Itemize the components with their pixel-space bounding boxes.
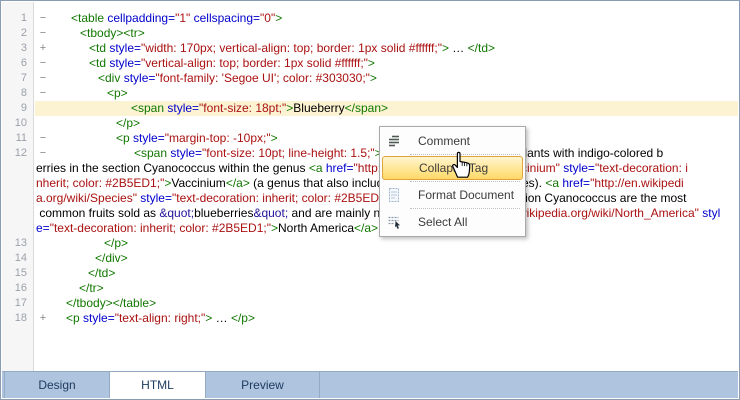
code-line-text: </p>	[104, 236, 128, 250]
code-line[interactable]: </tbody></table>	[35, 296, 738, 311]
menu-item-select-all[interactable]: Select All	[382, 210, 523, 234]
line-number: 6	[2, 56, 33, 71]
code-line[interactable]: + <p style="text-align: right;"> … </p>	[35, 311, 738, 326]
code-line-text: </div>	[95, 251, 128, 265]
select-all-icon	[386, 214, 402, 230]
fold-expand-marker[interactable]: +	[37, 311, 49, 326]
line-number-gutter: 1236789101112131415161718	[2, 2, 34, 371]
code-line[interactable]: − <tbody><tr>	[35, 26, 738, 41]
code-line-text: erries in the section Cyanococcus within…	[36, 161, 688, 175]
code-line-text: <div style="font-family: 'Segoe UI'; col…	[98, 71, 377, 85]
code-line-text: <td style="vertical-align: top; border: …	[89, 56, 375, 70]
line-number: 13	[2, 236, 33, 251]
menu-separator	[410, 181, 520, 182]
code-line-text: <td style="width: 170px; vertical-align:…	[89, 41, 495, 55]
line-number: 15	[2, 266, 33, 281]
menu-item-label: Format Document	[418, 188, 514, 202]
fold-collapse-marker[interactable]: −	[37, 71, 49, 86]
line-number: 7	[2, 71, 33, 86]
line-number	[2, 176, 33, 191]
code-line[interactable]: − <div style="font-family: 'Segoe UI'; co…	[35, 71, 738, 86]
code-line-text: <span style="font-size: 18pt;">Blueberry…	[131, 101, 388, 115]
line-number	[2, 161, 33, 176]
code-line-text: nherit; color: #2B5ED1;">Vaccinium</a> (…	[36, 176, 684, 190]
fold-expand-marker[interactable]: +	[37, 41, 49, 56]
line-number: 9	[2, 101, 33, 116]
tab-html[interactable]: HTML	[110, 372, 206, 398]
menu-item-label: Comment	[418, 134, 470, 148]
line-number	[2, 206, 33, 221]
code-line[interactable]: </p>	[35, 236, 738, 251]
tab-preview[interactable]: Preview	[206, 372, 320, 398]
line-number: 1	[2, 11, 33, 26]
code-line[interactable]: </td>	[35, 266, 738, 281]
fold-collapse-marker[interactable]: −	[37, 86, 49, 101]
tab-bar: Design HTML Preview	[2, 371, 738, 398]
fold-collapse-marker[interactable]: −	[37, 146, 49, 161]
line-number: 17	[2, 296, 33, 311]
code-line[interactable]: <span style="font-size: 18pt;">Blueberry…	[35, 101, 738, 116]
code-line-text: <p style="text-align: right;"> … </p>	[66, 311, 255, 325]
code-line-text: <p>	[107, 86, 128, 100]
line-number: 12	[2, 146, 33, 161]
line-number: 16	[2, 281, 33, 296]
code-line[interactable]: − <p>	[35, 86, 738, 101]
code-editor[interactable]: 1236789101112131415161718 −<table cellpa…	[2, 2, 738, 371]
code-line-text: </td>	[88, 266, 115, 280]
format-document-icon	[386, 187, 402, 203]
line-number: 11	[2, 131, 33, 146]
code-line[interactable]: − <td style="vertical-align: top; border:…	[35, 56, 738, 71]
fold-collapse-marker[interactable]: −	[37, 26, 49, 41]
line-number	[2, 191, 33, 206]
code-line[interactable]: </tr>	[35, 281, 738, 296]
code-line-text: a.org/wiki/Species" style="text-decorati…	[36, 191, 686, 205]
fold-collapse-marker[interactable]: −	[37, 56, 49, 71]
menu-separator	[410, 208, 520, 209]
code-line-text: <table cellpadding="1" cellspacing="0">	[71, 11, 282, 25]
line-number: 2	[2, 26, 33, 41]
code-line-text: </p>	[116, 116, 140, 130]
code-line-text: <p style="margin-top: -10px;">	[116, 131, 278, 145]
comment-icon	[386, 133, 402, 149]
menu-item-format-document[interactable]: Format Document	[382, 183, 523, 207]
line-number: 14	[2, 251, 33, 266]
code-line-text: <tbody><tr>	[80, 26, 145, 40]
code-line-text: </tbody></table>	[66, 296, 156, 310]
code-line[interactable]: + <td style="width: 170px; vertical-align…	[35, 41, 738, 56]
menu-item-label: Select All	[418, 215, 467, 229]
code-line[interactable]: </div>	[35, 251, 738, 266]
context-menu: Comment Collapse Tag Format Document	[379, 126, 526, 237]
hand-cursor-icon	[447, 149, 474, 179]
line-number: 3	[2, 41, 33, 56]
line-number: 18	[2, 311, 33, 326]
html-editor-window: 1236789101112131415161718 −<table cellpa…	[0, 0, 740, 400]
line-number: 8	[2, 86, 33, 101]
tab-design[interactable]: Design	[4, 372, 110, 398]
fold-collapse-marker[interactable]: −	[37, 11, 49, 26]
line-number	[2, 221, 33, 236]
code-line-text: </tr>	[79, 281, 104, 295]
fold-collapse-marker[interactable]: −	[37, 131, 49, 146]
line-number: 10	[2, 116, 33, 131]
code-line[interactable]: − <table cellpadding="1" cellspacing="0">	[35, 11, 738, 26]
